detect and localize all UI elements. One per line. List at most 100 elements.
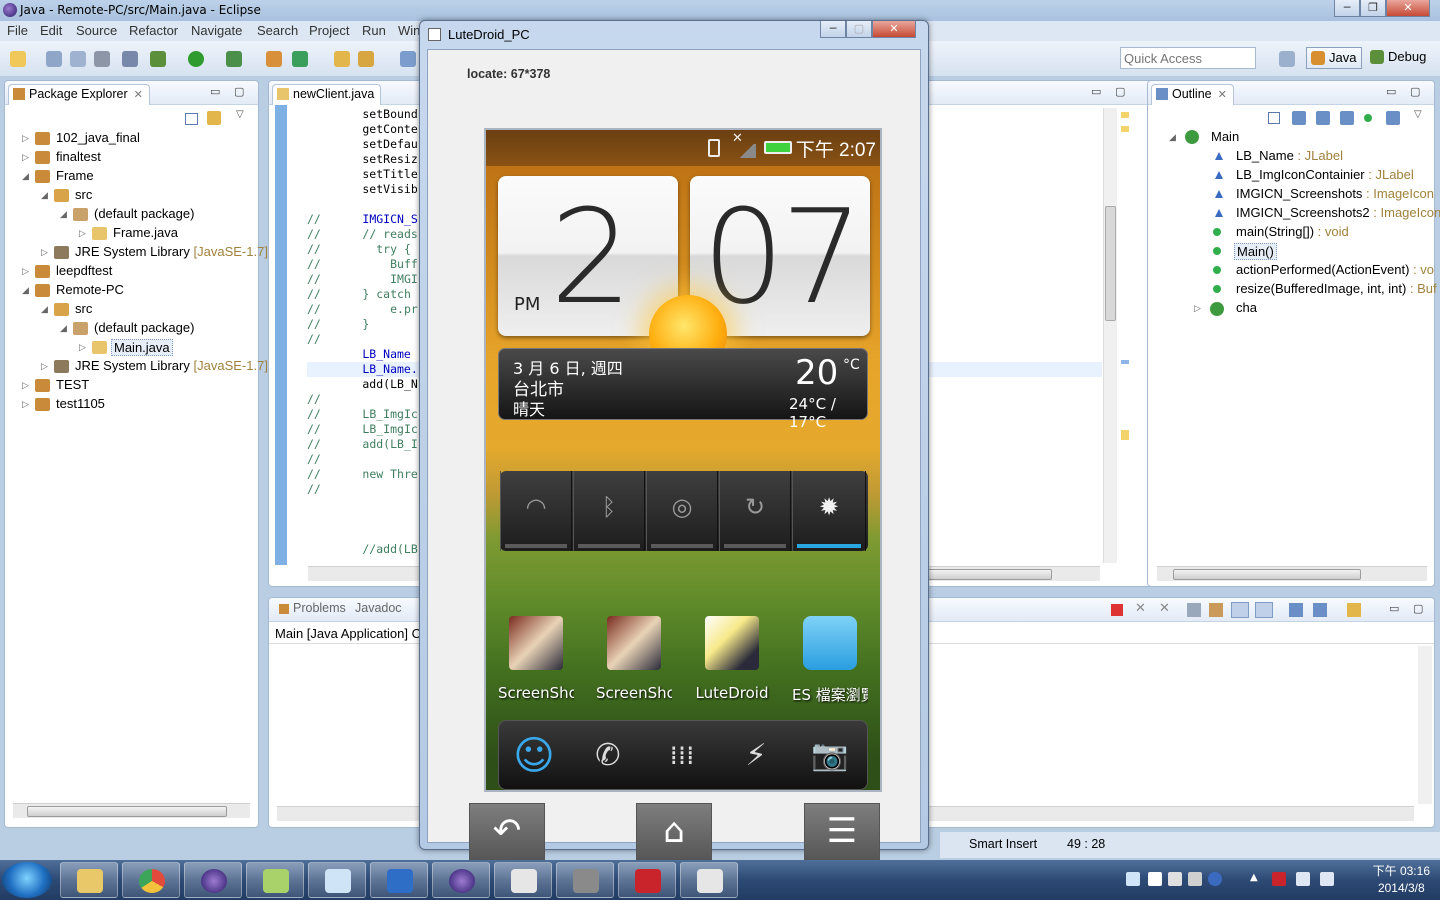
view-menu-icon[interactable]: ▽ (236, 109, 244, 120)
tree-item-finaltest[interactable]: ▷ finaltest (5, 148, 258, 167)
show-hidden-icons[interactable]: ▲ (1250, 872, 1258, 883)
tree-item-test[interactable]: ▷ TEST (5, 376, 258, 395)
run-icon[interactable] (188, 51, 204, 67)
menu-refactor[interactable]: Refactor (129, 23, 178, 38)
show-on-stdout-icon[interactable] (1231, 602, 1249, 618)
menu-button[interactable]: ☰ (804, 803, 880, 860)
tree-item-leepdftest[interactable]: ▷ leepdftest (5, 262, 258, 281)
minimize-button[interactable]: ─ (820, 21, 846, 38)
flashlight-icon[interactable]: ⚡ (721, 727, 791, 785)
maximize-editor-button[interactable]: ▢ (1115, 85, 1125, 98)
sort-icon[interactable] (1292, 111, 1306, 125)
wifi-toggle[interactable]: ◠ (500, 471, 572, 551)
pin-console-icon[interactable] (1289, 603, 1303, 617)
bluetooth-toggle[interactable]: ᛒ (573, 471, 645, 551)
taskbar-camera[interactable] (556, 862, 614, 898)
quick-access-input[interactable] (1120, 47, 1256, 69)
open-console-icon[interactable] (1347, 603, 1361, 617)
search-icon[interactable] (358, 51, 374, 67)
horizontal-scrollbar[interactable] (13, 803, 250, 818)
tree-item-jre-library-2[interactable]: ▷ JRE System Library [JavaSE-1.7] (5, 357, 268, 376)
view-menu-icon[interactable]: ▽ (1414, 109, 1422, 120)
tree-item-src[interactable]: ◢ src (5, 186, 258, 205)
tree-item-jre-library[interactable]: ▷ JRE System Library [JavaSE-1.7] (5, 243, 268, 262)
tab-problems[interactable]: Problems (275, 601, 346, 615)
display-console-icon[interactable] (1313, 603, 1327, 617)
collapse-all-icon[interactable] (1268, 112, 1280, 124)
tab-javadoc[interactable]: Javadoc (355, 601, 402, 615)
clear-console-icon[interactable] (1187, 603, 1201, 617)
remove-launch-icon[interactable]: ✕ (1135, 601, 1146, 616)
hide-fields-icon[interactable] (1316, 111, 1330, 125)
taskbar-pdf[interactable] (618, 862, 676, 898)
taskbar-eclipse-2[interactable] (432, 862, 490, 898)
taskbar-word[interactable] (370, 862, 428, 898)
scroll-lock-icon[interactable] (1209, 603, 1223, 617)
next-annotation-icon[interactable] (400, 51, 416, 67)
ime-icon[interactable] (1126, 872, 1140, 886)
console-vertical-scrollbar[interactable] (1418, 646, 1432, 804)
maximize-button[interactable]: ❐ (1360, 0, 1386, 17)
taskbar-explorer[interactable] (60, 862, 118, 898)
menu-edit[interactable]: Edit (40, 23, 62, 38)
app-screenshot-2[interactable]: ScreenShot (596, 616, 672, 712)
phone-icon[interactable]: ✆ (573, 727, 643, 785)
taskbar-chrome[interactable] (122, 862, 180, 898)
minimize-button[interactable]: ─ (1334, 0, 1360, 17)
outline-horizontal-scrollbar[interactable] (1157, 566, 1427, 581)
phone-screen[interactable]: ✕ 下午 2:07 2 PM 07 3 月 6 日, 週四 台北市 晴天 20 … (484, 128, 882, 792)
tree-item-frame[interactable]: ◢ Frame (5, 167, 258, 186)
new-class-icon[interactable] (292, 51, 308, 67)
taskbar-java-2[interactable] (680, 862, 738, 898)
close-icon[interactable]: ✕ (1218, 89, 1227, 101)
taskbar-java-1[interactable] (494, 862, 552, 898)
save-all-icon[interactable] (70, 51, 86, 67)
app-lutedroid[interactable]: LuteDroid (694, 616, 770, 712)
app-drawer-icon[interactable]: ⁞⁞⁞ (647, 727, 717, 785)
tree-item-default-package[interactable]: ◢ (default package) (5, 205, 258, 224)
home-button[interactable]: ⌂ (636, 803, 712, 860)
maximize-view-button[interactable]: ▢ (1413, 602, 1423, 615)
menu-run[interactable]: Run (362, 23, 386, 38)
maximize-view-button[interactable]: ▢ (1410, 85, 1420, 98)
hide-static-icon[interactable] (1340, 111, 1354, 125)
minimize-view-button[interactable]: ▭ (1389, 602, 1399, 615)
open-type-icon[interactable] (334, 51, 350, 67)
new-icon[interactable] (10, 51, 26, 67)
start-button[interactable] (2, 862, 52, 898)
hide-nonpublic-icon[interactable] (1364, 114, 1372, 122)
taskbar-app[interactable] (308, 862, 366, 898)
terminate-icon[interactable] (1111, 604, 1123, 616)
menu-window[interactable]: Win (398, 23, 420, 38)
tree-item-src-2[interactable]: ◢ src (5, 300, 258, 319)
menu-navigate[interactable]: Navigate (191, 23, 242, 38)
save-icon[interactable] (46, 51, 62, 67)
network-icon[interactable] (1296, 872, 1310, 886)
external-tools-icon[interactable] (226, 51, 242, 67)
weather-widget[interactable]: 3 月 6 日, 週四 台北市 晴天 20 °C 24°C / 17°C (498, 348, 868, 431)
tree-item-102-java-final[interactable]: ▷ 102_java_final (5, 129, 258, 148)
menu-source[interactable]: Source (76, 23, 117, 38)
menu-search[interactable]: Search (257, 23, 298, 38)
collapse-all-icon[interactable] (185, 113, 198, 125)
minimize-view-button[interactable]: ▭ (1386, 85, 1396, 98)
maximize-button[interactable]: ▢ (846, 21, 872, 38)
volume-icon[interactable] (1320, 872, 1334, 886)
toggle-breakpoint-icon[interactable] (122, 51, 138, 67)
input-mode-icon[interactable] (1168, 872, 1182, 886)
minimize-view-button[interactable]: ▭ (210, 85, 220, 98)
chinese-input-icon[interactable] (1148, 872, 1162, 886)
tree-item-frame-java[interactable]: ▷ Frame.java (5, 224, 258, 243)
tab-outline[interactable]: Outline ✕ (1151, 84, 1234, 105)
help-icon[interactable] (1208, 872, 1222, 886)
gps-toggle[interactable]: ◎ (646, 471, 718, 551)
camera-icon[interactable]: 📷 (795, 727, 865, 785)
menu-file[interactable]: File (7, 23, 28, 38)
remove-all-icon[interactable]: ✕ (1159, 601, 1170, 616)
brightness-toggle[interactable]: ✹ (792, 471, 866, 551)
menu-project[interactable]: Project (309, 23, 349, 38)
sync-toggle[interactable]: ↻ (719, 471, 791, 551)
debug-icon[interactable] (150, 51, 166, 67)
tree-item-test1105[interactable]: ▷ test1105 (5, 395, 258, 414)
tab-package-explorer[interactable]: Package Explorer ✕ (8, 84, 150, 105)
